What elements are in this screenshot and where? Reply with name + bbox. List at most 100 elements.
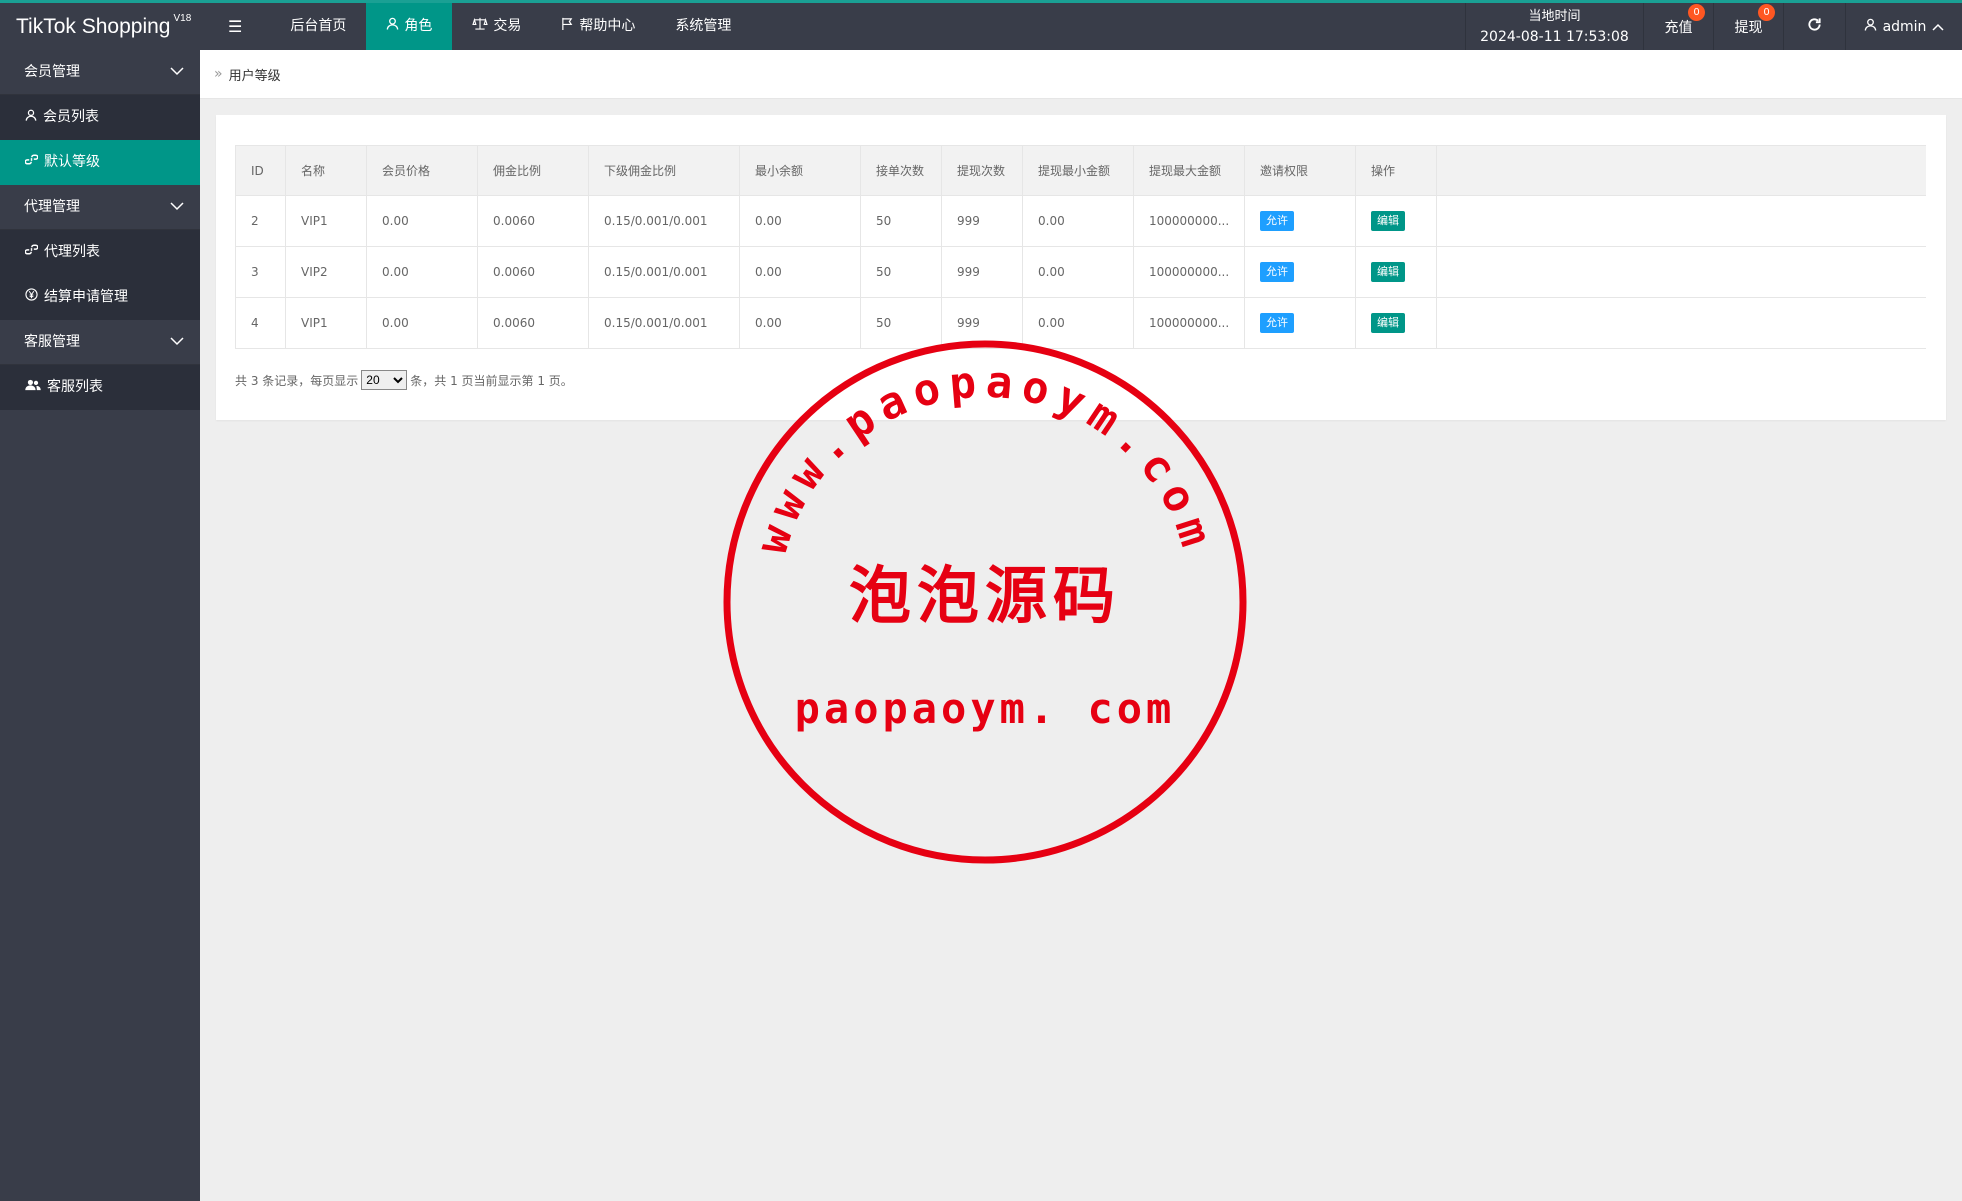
cell-withdraw-min: 0.00 (1022, 246, 1134, 298)
recharge-button[interactable]: 充值 0 (1643, 3, 1713, 50)
pager-prefix: 共 3 条记录，每页显示 (235, 373, 359, 388)
link-icon (24, 140, 39, 185)
table-header-row: ID 名称 会员价格 佣金比例 下级佣金比例 最小余额 接单次数 提现次数 提现… (235, 145, 1926, 196)
cell-price: 0.00 (366, 297, 478, 349)
recharge-badge: 0 (1688, 4, 1705, 21)
nav-trade[interactable]: 交易 (452, 3, 541, 50)
col-orders: 接单次数 (860, 145, 942, 196)
sidebar-group-service[interactable]: 客服管理 (0, 320, 200, 365)
chevron-up-icon (1932, 19, 1944, 35)
nav-help-label: 帮助中心 (579, 18, 636, 34)
edit-button[interactable]: 编辑 (1371, 313, 1405, 333)
cell-invite: 允许 (1244, 195, 1356, 247)
watermark-stamp: www.paopaoym.com 泡泡源码 paopaoym. com (723, 340, 1247, 864)
nav-home[interactable]: 后台首页 (270, 3, 366, 50)
cell-withdraw-max: 100000000... (1133, 246, 1245, 298)
top-header: TikTok Shopping V18 ☰ 后台首页 角色 交易 帮助中心 系统… (0, 0, 1962, 50)
breadcrumb: » 用户等级 (200, 50, 1962, 99)
yen-icon (25, 275, 38, 320)
cell-rate: 0.0060 (477, 246, 589, 298)
cell-id: 3 (235, 246, 286, 298)
nav-system[interactable]: 系统管理 (655, 3, 751, 50)
stamp-top-text-path: www.paopaoym.com (746, 356, 1215, 559)
user-icon (1864, 18, 1877, 35)
sidebar-item-member-list[interactable]: 会员列表 (0, 95, 200, 140)
user-icon (25, 95, 37, 140)
cell-price: 0.00 (366, 246, 478, 298)
logo-version: V18 (173, 13, 192, 24)
sidebar-group-label: 会员管理 (24, 64, 80, 80)
user-icon (386, 3, 399, 50)
sidebar-group-label: 客服管理 (24, 334, 80, 350)
col-id: ID (235, 145, 286, 196)
cell-name: VIP2 (285, 246, 367, 298)
cell-sub-rate: 0.15/0.001/0.001 (588, 246, 740, 298)
col-min-balance: 最小余额 (739, 145, 861, 196)
sidebar-item-label: 代理列表 (44, 244, 100, 260)
col-sub-rate: 下级佣金比例 (588, 145, 740, 196)
invite-allow-tag[interactable]: 允许 (1260, 313, 1294, 333)
page-size-select[interactable]: 20 (361, 370, 408, 390)
local-time: 当地时间 2024-08-11 17:53:08 (1465, 3, 1643, 50)
sidebar-group-agent[interactable]: 代理管理 (0, 185, 200, 230)
pagination: 共 3 条记录，每页显示 20 条，共 1 页当前显示第 1 页。 (235, 370, 573, 390)
col-withdraw-times: 提现次数 (941, 145, 1023, 196)
nav-system-label: 系统管理 (675, 18, 732, 34)
sidebar-group-label: 代理管理 (24, 199, 80, 215)
col-price: 会员价格 (366, 145, 478, 196)
sidebar-item-settlement[interactable]: 结算申请管理 (0, 275, 200, 320)
local-time-label: 当地时间 (1528, 8, 1581, 24)
table-row: 3 VIP2 0.00 0.0060 0.15/0.001/0.001 0.00… (235, 246, 1926, 298)
cell-sub-rate: 0.15/0.001/0.001 (588, 297, 740, 349)
sidebar-item-default-level[interactable]: 默认等级 (0, 140, 200, 185)
sidebar-group-member[interactable]: 会员管理 (0, 50, 200, 95)
sidebar: 会员管理 会员列表 默认等级 代理管理 代理列表 结算申请管理 客服管理 客服列… (0, 50, 200, 1201)
cell-action: 编辑 (1355, 195, 1437, 247)
sidebar-item-agent-list[interactable]: 代理列表 (0, 230, 200, 275)
cell-filler (1436, 246, 1926, 298)
refresh-button[interactable] (1783, 3, 1845, 50)
cell-action: 编辑 (1355, 297, 1437, 349)
app-logo[interactable]: TikTok Shopping V18 (0, 3, 200, 50)
edit-button[interactable]: 编辑 (1371, 262, 1405, 282)
sidebar-item-label: 默认等级 (44, 154, 100, 170)
nav-trade-label: 交易 (493, 18, 522, 34)
pager-suffix: 条，共 1 页当前显示第 1 页。 (410, 373, 573, 388)
menu-toggle-button[interactable]: ☰ (200, 3, 270, 50)
breadcrumb-current[interactable]: 用户等级 (229, 65, 281, 84)
col-name: 名称 (285, 145, 367, 196)
user-menu[interactable]: admin (1845, 3, 1962, 50)
nav-role[interactable]: 角色 (366, 3, 453, 50)
link-icon (24, 230, 39, 275)
col-withdraw-min: 提现最小金额 (1022, 145, 1134, 196)
users-icon (25, 365, 41, 410)
cell-sub-rate: 0.15/0.001/0.001 (588, 195, 740, 247)
sidebar-item-label: 客服列表 (47, 379, 103, 395)
invite-allow-tag[interactable]: 允许 (1260, 211, 1294, 231)
cell-orders: 50 (860, 195, 942, 247)
recharge-label: 充值 (1664, 19, 1693, 36)
col-rate: 佣金比例 (477, 145, 589, 196)
header-right: 当地时间 2024-08-11 17:53:08 充值 0 提现 0 admin (1465, 3, 1962, 50)
nav-help[interactable]: 帮助中心 (541, 3, 655, 50)
cell-min-balance: 0.00 (739, 195, 861, 247)
refresh-icon (1807, 17, 1822, 36)
cell-filler (1436, 195, 1926, 247)
cell-action: 编辑 (1355, 246, 1437, 298)
cell-min-balance: 0.00 (739, 246, 861, 298)
cell-withdraw-times: 999 (941, 195, 1023, 247)
logo-text: TikTok Shopping (16, 15, 171, 38)
cell-withdraw-times: 999 (941, 246, 1023, 298)
nav-role-label: 角色 (404, 18, 433, 34)
user-name: admin (1882, 18, 1927, 35)
withdraw-button[interactable]: 提现 0 (1713, 3, 1783, 50)
stamp-top-text: www.paopaoym.com (746, 356, 1223, 559)
stamp-bottom-text: paopaoym. com (795, 684, 1176, 733)
edit-button[interactable]: 编辑 (1371, 211, 1405, 231)
invite-allow-tag[interactable]: 允许 (1260, 262, 1294, 282)
local-time-value: 2024-08-11 17:53:08 (1480, 28, 1629, 45)
level-table: ID 名称 会员价格 佣金比例 下级佣金比例 最小余额 接单次数 提现次数 提现… (235, 145, 1926, 349)
cell-name: VIP1 (285, 297, 367, 349)
cell-invite: 允许 (1244, 297, 1356, 349)
sidebar-item-service-list[interactable]: 客服列表 (0, 365, 200, 410)
